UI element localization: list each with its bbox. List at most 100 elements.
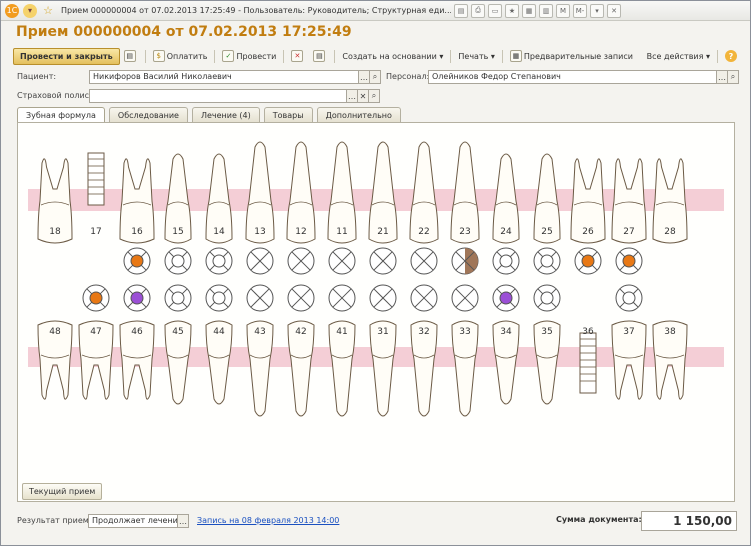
command-bar: Провести и закрыть ▤ $ Оплатить ✓ Провести… (13, 47, 741, 65)
tooth-number: 21 (377, 227, 388, 237)
tab-additional[interactable]: Дополнительно (316, 107, 401, 122)
tooth-number: 43 (254, 327, 265, 337)
tooth-number: 36 (582, 327, 594, 337)
patient-label: Пациент: (17, 72, 57, 81)
all-actions-label: Все действия (646, 51, 704, 61)
tooth-number: 42 (295, 327, 306, 337)
mminus-icon[interactable]: M- (573, 3, 587, 18)
staff-field[interactable]: Олейников Федор Степанович (428, 70, 717, 84)
star-icon[interactable]: ☆ (41, 4, 55, 18)
total-field: 1 150,00 (641, 511, 737, 531)
document-window: 1С ▾ ☆ Прием 000000004 от 07.02.2013 17:… (0, 0, 751, 546)
print-button[interactable]: Печать ▾ (454, 48, 499, 65)
appointment-link[interactable]: Запись на 08 февраля 2013 14:00 (197, 516, 339, 525)
staff-search-icon[interactable]: ⌕ (727, 70, 739, 84)
tab-treatment[interactable]: Лечение (4) (191, 107, 260, 122)
policy-label: Страховой полис: (17, 91, 92, 100)
surface-center (622, 254, 636, 268)
disk-icon: ▤ (123, 50, 136, 62)
separator (214, 49, 216, 63)
favorite-icon[interactable]: ★ (505, 3, 519, 18)
create-based-label: Создать на основании (342, 51, 437, 61)
surface-center (89, 291, 103, 305)
tooth-number: 11 (336, 227, 347, 237)
surface-center (212, 291, 226, 305)
tooth-number: 48 (49, 327, 61, 337)
patient-search-icon[interactable]: ⌕ (369, 70, 381, 84)
tooth-number: 12 (295, 227, 306, 237)
tooth-number: 16 (131, 227, 143, 237)
surface-center (171, 254, 185, 268)
total-label: Сумма документа: (556, 515, 642, 524)
policy-field[interactable] (89, 89, 347, 103)
tooth-number: 46 (131, 327, 143, 337)
minimize-icon[interactable]: ▾ (590, 3, 604, 18)
tooth-number: 24 (500, 227, 512, 237)
save-icon[interactable]: ▤ (454, 3, 468, 18)
save-button[interactable]: ▤ (120, 48, 142, 65)
tooth-number: 35 (541, 327, 552, 337)
post-and-close-button[interactable]: Провести и закрыть (13, 47, 120, 65)
current-visit-button[interactable]: Текущий прием (22, 483, 103, 500)
result-select-button[interactable]: … (177, 514, 189, 528)
implant-shape (87, 152, 105, 206)
chevron-down-icon: ▾ (436, 51, 444, 61)
surface-center (171, 291, 185, 305)
table-icon: ▦ (509, 50, 522, 62)
tooth-number: 44 (213, 327, 225, 337)
prelim-records-button[interactable]: ▦ Предварительные записи (506, 48, 637, 65)
tab-examination[interactable]: Обследование (108, 107, 188, 122)
tab-goods[interactable]: Товары (263, 107, 313, 122)
policy-search-icon[interactable]: ⌕ (368, 89, 380, 103)
preview-icon[interactable]: ▭ (488, 3, 502, 18)
unpost-button[interactable]: ✕ (287, 48, 309, 65)
tooth-number: 15 (172, 227, 183, 237)
tooth-number: 41 (336, 327, 347, 337)
tooth-number: 45 (172, 327, 183, 337)
help-button[interactable]: ? (721, 48, 741, 65)
tooth-number: 18 (49, 227, 61, 237)
separator (144, 49, 146, 63)
implant-shape (579, 332, 597, 394)
separator (717, 49, 718, 63)
pay-button[interactable]: $ Оплатить (149, 48, 212, 65)
dental-chart: 18 48 17 47 16 46 15 45 14 44 13 43 12 42 11 41 21 31 22 32… (28, 141, 724, 417)
page-title: Прием 000000004 от 07.02.2013 17:25:49 (16, 24, 352, 40)
mplus-icon[interactable]: M (556, 3, 570, 18)
document-icon: ▤ (313, 50, 326, 62)
tooth-number: 17 (90, 227, 101, 237)
calendar-icon[interactable]: ▥ (539, 3, 553, 18)
close-icon[interactable]: ✕ (607, 3, 621, 18)
surface-center (540, 291, 554, 305)
tab-dental-formula[interactable]: Зубная формула (17, 107, 105, 123)
app-logo-icon: 1С (5, 3, 19, 18)
tooth-number: 32 (418, 327, 429, 337)
tooth-number: 38 (664, 327, 676, 337)
all-actions-button[interactable]: Все действия ▾ (643, 48, 714, 65)
print-icon[interactable]: ⎙ (471, 3, 485, 18)
structure-button[interactable]: ▤ (309, 48, 331, 65)
result-field[interactable]: Продолжает лечение (88, 514, 178, 528)
pay-label: Оплатить (166, 51, 208, 61)
coins-icon: $ (152, 50, 165, 62)
create-based-on-button[interactable]: Создать на основании ▾ (338, 48, 447, 65)
surface-center (130, 254, 144, 268)
surface-center (499, 291, 513, 305)
separator (334, 49, 336, 63)
tooth-number: 34 (500, 327, 512, 337)
chevron-down-icon: ▾ (488, 51, 495, 61)
calc-icon[interactable]: ▦ (522, 3, 536, 18)
tooth-number: 22 (418, 227, 429, 237)
tooth-number: 33 (459, 327, 470, 337)
post-button[interactable]: ✓ Провести (218, 48, 280, 65)
surface-center (130, 291, 144, 305)
prelim-label: Предварительные записи (523, 51, 633, 61)
tooth-number: 27 (623, 227, 634, 237)
patient-field[interactable]: Никифоров Василий Николаевич (89, 70, 359, 84)
tooth-number: 28 (664, 227, 676, 237)
tooth-number: 37 (623, 327, 634, 337)
tab-strip: Зубная формула Обследование Лечение (4) … (17, 107, 405, 123)
tooth-number: 23 (459, 227, 470, 237)
unpost-icon: ✕ (291, 50, 304, 62)
menu-icon[interactable]: ▾ (23, 3, 37, 18)
